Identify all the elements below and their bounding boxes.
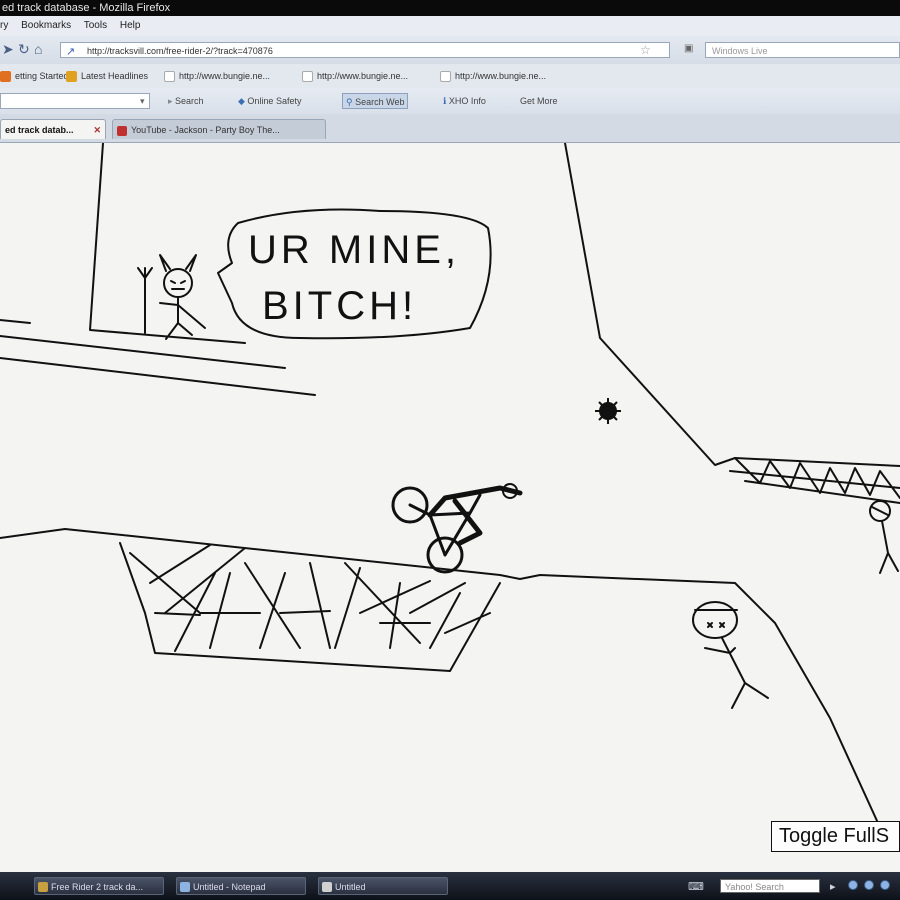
forward-arrow-icon[interactable]: ➤ bbox=[2, 41, 14, 57]
security-icon[interactable] bbox=[880, 880, 890, 890]
magnifier-icon: ⚲ bbox=[346, 97, 356, 107]
bookmarks-toolbar: etting Started Latest Headlines http://w… bbox=[0, 64, 900, 88]
search-toolbar: ▾ ▸ Search ◆ Online Safety ⚲ Search Web … bbox=[0, 88, 900, 114]
track-line bbox=[0, 357, 316, 396]
taskbar-label: Untitled - Notepad bbox=[193, 882, 266, 892]
dropdown-arrow-icon[interactable]: ▾ bbox=[140, 93, 145, 109]
close-tab-icon[interactable]: ✕ bbox=[93, 120, 101, 139]
bookmark-item[interactable]: http://www.bungie.ne... bbox=[302, 64, 408, 88]
address-bar[interactable]: http://tracksvill.com/free-rider-2/?trac… bbox=[60, 42, 670, 58]
search-arrow-icon[interactable]: ▸ bbox=[830, 880, 836, 893]
tab-bar: ed track datab... ✕ YouTube - Jackson - … bbox=[0, 114, 900, 143]
bookmark-label: Latest Headlines bbox=[81, 71, 149, 81]
search-web-label: Search Web bbox=[355, 97, 405, 107]
bookmark-item[interactable]: Latest Headlines bbox=[66, 64, 148, 88]
search-input[interactable]: Windows Live bbox=[705, 42, 900, 58]
speech-text-line1: UR MINE, bbox=[248, 228, 460, 272]
tab-label: YouTube - Jackson - Party Boy The... bbox=[131, 125, 280, 135]
wall-line bbox=[89, 143, 246, 344]
bookmark-label: etting Started bbox=[15, 71, 69, 81]
online-safety-button[interactable]: ◆ Online Safety bbox=[238, 93, 301, 109]
rss-icon bbox=[66, 71, 77, 83]
track-line bbox=[0, 319, 31, 324]
window-title-bar: ed track database - Mozilla Firefox bbox=[0, 0, 900, 16]
page-icon bbox=[302, 71, 313, 83]
reload-icon[interactable]: ↻ bbox=[18, 41, 30, 57]
notepad-icon bbox=[180, 882, 190, 892]
bookmark-label: http://www.bungie.ne... bbox=[179, 71, 271, 81]
keyboard-icon[interactable]: ⌨ bbox=[688, 880, 704, 893]
taskbar-item-untitled[interactable]: Untitled bbox=[318, 877, 448, 895]
toolbar-search-field[interactable] bbox=[0, 93, 150, 109]
toolbar-search-button[interactable]: ▸ Search bbox=[168, 93, 204, 109]
xho-info-label: XHO Info bbox=[448, 96, 486, 106]
shield-icon: ◆ bbox=[238, 96, 248, 106]
bookmark-item[interactable]: http://www.bungie.ne... bbox=[440, 64, 546, 88]
paint-icon bbox=[322, 882, 332, 892]
xho-info-button[interactable]: ℹ XHO Info bbox=[443, 93, 486, 109]
network-icon[interactable] bbox=[848, 880, 858, 890]
bookmark-label: http://www.bungie.ne... bbox=[455, 71, 547, 81]
game-canvas[interactable]: UR MINE, BITCH! bbox=[0, 143, 900, 856]
taskbar-label: Free Rider 2 track da... bbox=[51, 882, 144, 892]
taskbar-label: Untitled bbox=[335, 882, 366, 892]
bookmark-star-icon[interactable]: ☆ bbox=[640, 43, 651, 57]
search-engine-icon[interactable]: ▣ bbox=[684, 43, 693, 54]
window-title: ed track database - Mozilla Firefox bbox=[2, 2, 171, 14]
speech-text-line2: BITCH! bbox=[262, 284, 417, 328]
site-favicon-icon: ↗ bbox=[66, 46, 76, 58]
stick-figure-edge bbox=[869, 500, 899, 574]
taskbar-item-firefox[interactable]: Free Rider 2 track da... bbox=[34, 877, 164, 895]
taskbar-search-input[interactable]: Yahoo! Search bbox=[720, 879, 820, 893]
bike-rider bbox=[391, 483, 523, 574]
page-icon bbox=[164, 71, 175, 83]
bookmark-label: http://www.bungie.ne... bbox=[317, 71, 409, 81]
navigation-toolbar: ➤ ↻ ⌂ http://tracksvill.com/free-rider-2… bbox=[0, 36, 900, 64]
bookmark-item[interactable]: http://www.bungie.ne... bbox=[164, 64, 270, 88]
menu-tools[interactable]: Tools bbox=[84, 20, 107, 31]
bomb-icon bbox=[595, 398, 621, 424]
bookmark-item[interactable]: etting Started bbox=[0, 64, 69, 88]
menu-bookmarks[interactable]: Bookmarks bbox=[21, 20, 71, 31]
firefox-icon bbox=[38, 882, 48, 892]
track-drawing: UR MINE, BITCH! bbox=[0, 143, 900, 824]
toolbar-search-label: Search bbox=[175, 96, 204, 106]
bookmark-icon bbox=[0, 71, 11, 83]
get-more-button[interactable]: Get More bbox=[520, 93, 558, 109]
get-more-label: Get More bbox=[520, 96, 558, 106]
page-icon bbox=[440, 71, 451, 83]
volume-icon[interactable] bbox=[864, 880, 874, 890]
toggle-fullscreen-button[interactable]: Toggle FullS bbox=[771, 821, 900, 852]
menu-help[interactable]: Help bbox=[120, 20, 141, 31]
scaffold-line bbox=[129, 544, 491, 652]
stick-figure bbox=[692, 601, 769, 709]
tab-track-database[interactable]: ed track datab... ✕ bbox=[0, 119, 106, 139]
tab-label: ed track datab... bbox=[5, 125, 74, 135]
youtube-favicon-icon bbox=[117, 125, 127, 136]
tab-youtube[interactable]: YouTube - Jackson - Party Boy The... bbox=[112, 119, 326, 139]
devil-figure bbox=[137, 254, 206, 340]
menu-history[interactable]: ry bbox=[0, 20, 8, 31]
taskbar-item-notepad[interactable]: Untitled - Notepad bbox=[176, 877, 306, 895]
menu-bar: ry Bookmarks Tools Help bbox=[0, 16, 900, 36]
taskbar: Free Rider 2 track da... Untitled - Note… bbox=[0, 872, 900, 900]
search-web-button[interactable]: ⚲ Search Web bbox=[342, 93, 409, 109]
home-icon[interactable]: ⌂ bbox=[34, 41, 42, 57]
online-safety-label: Online Safety bbox=[247, 96, 302, 106]
